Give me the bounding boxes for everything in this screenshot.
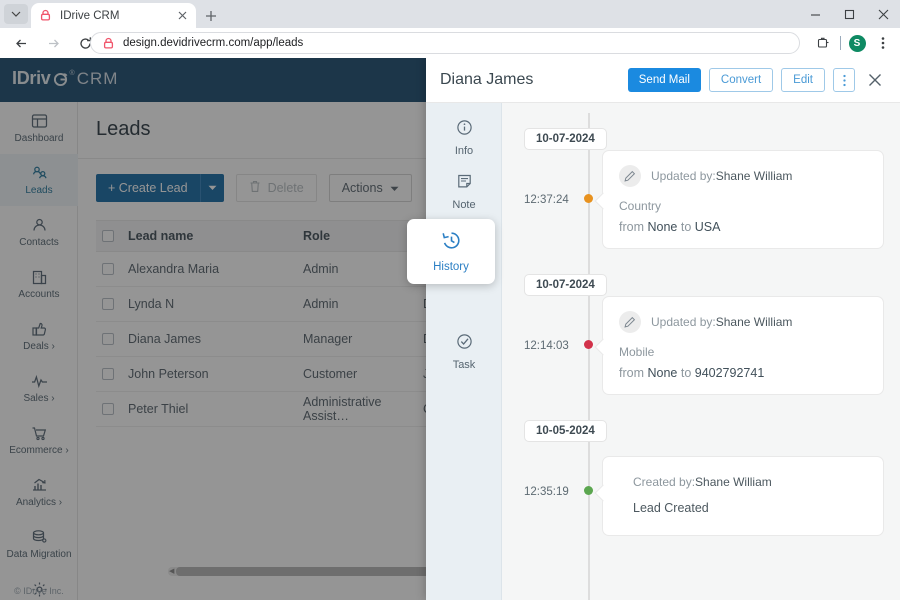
history-icon <box>441 230 462 256</box>
idrive-lock-icon <box>101 36 115 50</box>
tab-note[interactable]: Note <box>426 165 502 219</box>
timeline-time: 12:37:24 <box>524 194 569 206</box>
task-icon <box>456 333 473 355</box>
forward-button[interactable] <box>39 29 67 57</box>
modal-overlay[interactable] <box>0 58 426 600</box>
app-viewport: IDriv ® CRM Dashboard <box>0 58 900 600</box>
more-options-button[interactable] <box>833 68 855 92</box>
new-tab-button[interactable] <box>200 5 222 27</box>
timeline-time: 12:35:19 <box>524 486 569 498</box>
screenshot-root: IDrive CRM <box>0 0 900 600</box>
tab-task[interactable]: Task <box>426 325 502 379</box>
tab-label: History <box>433 261 469 273</box>
browser-tab[interactable]: IDrive CRM <box>31 3 196 28</box>
panel-tab-rail: Info Note Histor <box>426 103 502 600</box>
window-controls <box>798 0 900 28</box>
tab-label: Info <box>455 145 473 157</box>
timeline-dot <box>584 486 593 495</box>
timeline-author: Updated by:Shane William <box>651 169 792 183</box>
timeline-author-label: Updated by: <box>651 169 716 183</box>
timeline-card[interactable]: Updated by:Shane William Mobile from Non… <box>602 296 884 395</box>
timeline-card[interactable]: .tl-card[data-idx="0"]:before{top:44px;}… <box>602 150 884 249</box>
back-button[interactable] <box>7 29 35 57</box>
change-mid: to <box>677 220 694 234</box>
tab-info[interactable]: Info <box>426 111 502 165</box>
convert-button[interactable]: Convert <box>709 68 773 92</box>
tab-search-button[interactable] <box>4 4 28 24</box>
extensions-icon[interactable] <box>811 31 837 55</box>
timeline-author-name: Shane William <box>716 315 793 329</box>
timeline-author-label: Updated by: <box>651 315 716 329</box>
change-new-value: 9402792741 <box>695 366 765 380</box>
timeline-dot <box>584 194 593 203</box>
timeline-time: 12:14:03 <box>524 340 569 352</box>
window-close-button[interactable] <box>866 0 900 28</box>
timeline-event-text: Lead Created <box>633 501 867 515</box>
send-mail-button[interactable]: Send Mail <box>628 68 701 92</box>
info-icon <box>456 119 473 141</box>
timeline-card-header: Updated by:Shane William <box>619 311 867 333</box>
timeline-author: Updated by:Shane William <box>651 315 792 329</box>
close-icon[interactable] <box>174 8 190 24</box>
timeline-date-chip: 10-07-2024 <box>524 274 607 296</box>
timeline-dot <box>584 340 593 349</box>
timeline-axis <box>588 113 590 600</box>
timeline-card[interactable]: Created by:Shane William Lead Created <box>602 456 884 536</box>
timeline-author-label: Created by: <box>633 475 695 489</box>
history-timeline: 10-07-2024 12:37:24 .tl-card[data-idx="0… <box>502 103 900 600</box>
panel-header: Diana James Send Mail Convert Edit <box>426 58 900 103</box>
edit-button[interactable]: Edit <box>781 68 825 92</box>
timeline-change: from None to USA <box>619 220 867 234</box>
idrive-lock-icon <box>37 8 53 24</box>
panel-title: Diana James <box>440 71 620 89</box>
avatar-initial: S <box>849 35 866 52</box>
change-prefix: from <box>619 366 647 380</box>
tab-label: Task <box>453 359 476 371</box>
timeline-field-name: Mobile <box>619 345 867 359</box>
timeline-author: Created by:Shane William <box>633 475 867 489</box>
timeline-author-name: Shane William <box>716 169 793 183</box>
address-bar-url: design.devidrivecrm.com/app/leads <box>123 37 303 49</box>
timeline-date-chip: 10-07-2024 <box>524 128 607 150</box>
window-maximize-button[interactable] <box>832 0 866 28</box>
browser-tab-title: IDrive CRM <box>60 10 174 22</box>
toolbar-right-actions: S <box>811 31 896 55</box>
address-bar[interactable]: design.devidrivecrm.com/app/leads <box>90 32 800 54</box>
timeline-date-chip: 10-05-2024 <box>524 420 607 442</box>
toolbar-divider <box>840 36 841 50</box>
change-old-value: None <box>647 366 677 380</box>
change-mid: to <box>677 366 694 380</box>
change-old-value: None <box>647 220 677 234</box>
tab-history[interactable]: History <box>407 219 495 284</box>
avatar[interactable]: S <box>844 31 870 55</box>
browser-menu-icon[interactable] <box>870 31 896 55</box>
close-panel-button[interactable] <box>862 67 888 93</box>
browser-tab-strip: IDrive CRM <box>0 0 900 28</box>
window-minimize-button[interactable] <box>798 0 832 28</box>
change-new-value: USA <box>695 220 721 234</box>
pencil-icon <box>619 311 641 333</box>
lead-detail-panel: Diana James Send Mail Convert Edit Info <box>426 58 900 600</box>
change-prefix: from <box>619 220 647 234</box>
pencil-icon <box>619 165 641 187</box>
timeline-change: from None to 9402792741 <box>619 366 867 380</box>
timeline-field-name: Country <box>619 199 867 213</box>
tab-label: Note <box>452 199 475 211</box>
note-icon <box>456 173 473 195</box>
timeline-card-header: Updated by:Shane William <box>619 165 867 187</box>
timeline-author-name: Shane William <box>695 475 772 489</box>
